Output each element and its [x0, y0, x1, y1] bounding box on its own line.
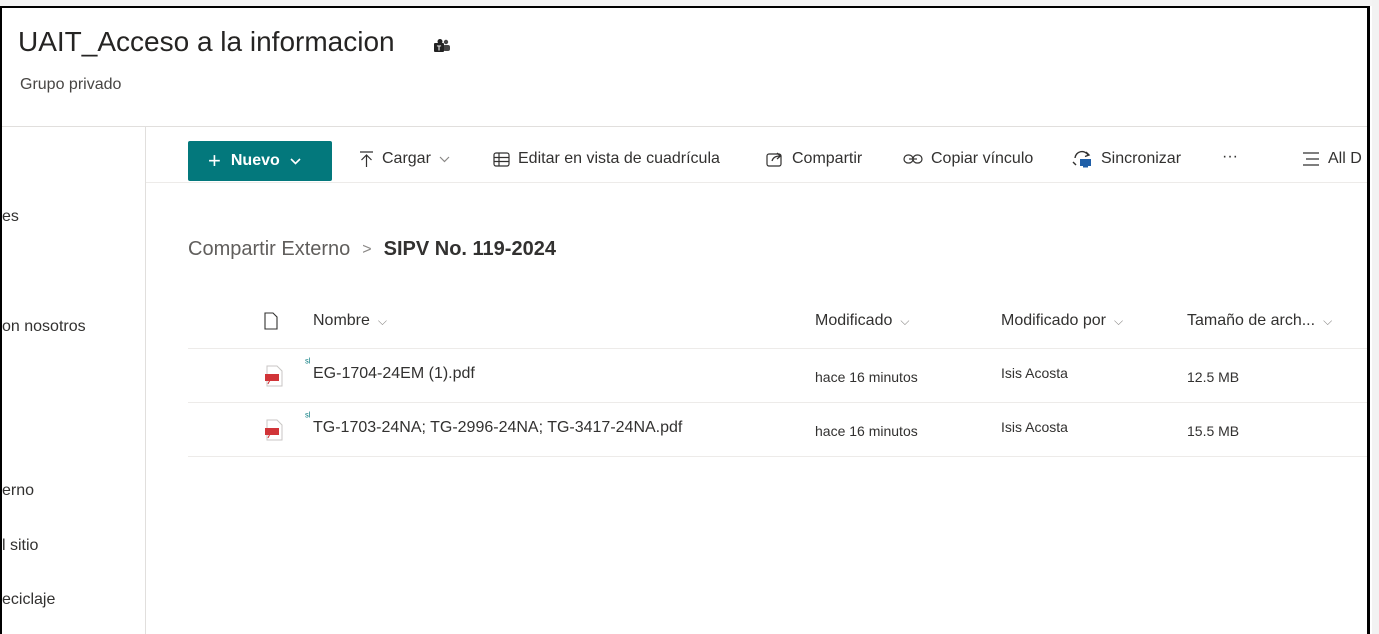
size-cell: 12.5 MB	[1187, 369, 1240, 385]
breadcrumb-current: SIPV No. 119-2024	[383, 238, 556, 260]
view-list-icon	[1303, 152, 1319, 166]
sync-icon	[1072, 150, 1091, 168]
teams-icon[interactable]: T	[433, 38, 451, 54]
size-cell: 15.5 MB	[1187, 423, 1240, 439]
breadcrumb-separator: >	[362, 240, 372, 258]
breadcrumb: Compartir Externo > SIPV No. 119-2024	[188, 238, 556, 261]
grid-icon	[493, 151, 510, 167]
nav-item-2[interactable]: on nosotros	[2, 318, 86, 336]
sync-label: Sincronizar	[1101, 150, 1182, 167]
copy-link-button[interactable]: Copiar vínculo	[903, 150, 1033, 168]
modified-cell: hace 16 minutos	[815, 423, 918, 439]
nav-item-4[interactable]: l sitio	[2, 537, 38, 555]
modified-cell: hace 16 minutos	[815, 369, 918, 385]
site-subtitle: Grupo privado	[20, 76, 122, 93]
column-header-size[interactable]: Tamaño de arch... ⌵	[1187, 312, 1332, 330]
table-row[interactable]: ˢˡ TG-1703-24NA; TG-2996-24NA; TG-3417-2…	[188, 403, 1367, 457]
new-button-label: Nuevo	[230, 152, 280, 169]
copy-link-label: Copiar vínculo	[931, 150, 1034, 167]
chevron-down-icon	[290, 157, 301, 165]
view-selector[interactable]: All D	[1302, 150, 1362, 168]
chevron-down-icon: ⌵	[1323, 313, 1333, 328]
left-navigation: es on nosotros erno l sitio eciclaje	[2, 126, 146, 634]
column-header-name[interactable]: Nombre ⌵	[313, 312, 387, 330]
share-button[interactable]: Compartir	[766, 150, 862, 168]
column-modified-label: Modificado	[815, 312, 893, 329]
new-button[interactable]: + Nuevo	[188, 141, 332, 181]
nav-item-5[interactable]: eciclaje	[2, 591, 55, 609]
column-header-modified-by[interactable]: Modificado por ⌵	[1001, 312, 1123, 330]
column-name-label: Nombre	[313, 312, 370, 329]
file-name-link[interactable]: TG-1703-24NA; TG-2996-24NA; TG-3417-24NA…	[313, 419, 682, 437]
svg-text:T: T	[437, 46, 442, 53]
more-button[interactable]: ···	[1222, 148, 1238, 166]
sharepoint-window: UAIT_Acceso a la informacion T Grupo pri…	[0, 6, 1370, 634]
upload-label: Cargar	[382, 150, 431, 167]
site-title[interactable]: UAIT_Acceso a la informacion	[18, 26, 395, 58]
nav-item-1[interactable]: es	[2, 208, 19, 226]
share-icon	[766, 152, 782, 167]
new-file-indicator: ˢˡ	[305, 357, 311, 369]
grid-view-button[interactable]: Editar en vista de cuadrícula	[493, 150, 720, 168]
breadcrumb-parent[interactable]: Compartir Externo	[188, 238, 350, 261]
plus-icon: +	[208, 148, 221, 173]
share-label: Compartir	[792, 150, 863, 167]
modified-by-cell[interactable]: Isis Acosta	[1001, 419, 1068, 435]
site-header: UAIT_Acceso a la informacion T Grupo pri…	[2, 8, 1367, 127]
background-right	[1372, 0, 1379, 634]
link-icon	[903, 154, 923, 164]
modified-by-cell[interactable]: Isis Acosta	[1001, 365, 1068, 381]
file-type-icon[interactable]	[264, 312, 278, 330]
column-size-label: Tamaño de arch...	[1187, 312, 1316, 329]
table-header: Nombre ⌵ Modificado ⌵ Modificado por ⌵ T…	[188, 298, 1367, 349]
file-name-link[interactable]: EG-1704-24EM (1).pdf	[313, 365, 475, 383]
chevron-down-icon: ⌵	[1113, 313, 1124, 328]
command-bar: + Nuevo Cargar Editar en vista de cuadrí…	[146, 126, 1367, 183]
column-header-modified[interactable]: Modificado ⌵	[815, 312, 909, 330]
new-file-indicator: ˢˡ	[305, 411, 311, 423]
sync-button[interactable]: Sincronizar	[1072, 150, 1181, 168]
nav-item-3[interactable]: erno	[2, 482, 34, 500]
chevron-down-icon: ⌵	[377, 313, 388, 328]
chevron-down-icon	[439, 156, 450, 162]
column-modified-by-label: Modificado por	[1001, 312, 1106, 329]
pdf-icon	[265, 365, 283, 387]
more-icon: ···	[1222, 148, 1238, 165]
grid-view-label: Editar en vista de cuadrícula	[518, 150, 720, 167]
table-row[interactable]: ˢˡ EG-1704-24EM (1).pdf hace 16 minutos …	[188, 349, 1367, 403]
chevron-down-icon: ⌵	[900, 313, 910, 328]
file-list: Nombre ⌵ Modificado ⌵ Modificado por ⌵ T…	[188, 298, 1367, 457]
upload-icon	[360, 150, 373, 167]
pdf-icon	[265, 419, 283, 441]
view-label: All D	[1328, 150, 1362, 167]
upload-button[interactable]: Cargar	[359, 150, 458, 168]
